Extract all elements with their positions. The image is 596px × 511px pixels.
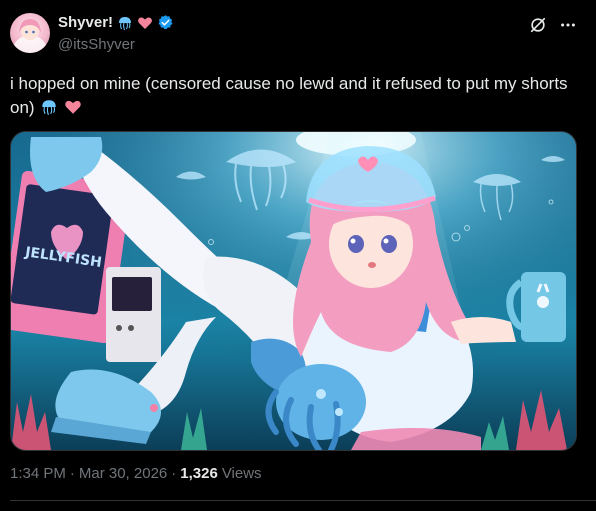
- author-display-name[interactable]: Shyver!: [58, 14, 113, 31]
- heart-icon: [138, 17, 152, 29]
- jellyfish-icon: [42, 100, 57, 116]
- tweet-time[interactable]: 1:34 PM: [10, 465, 66, 482]
- more-icon: [561, 23, 575, 27]
- jellyfish-icon: [119, 16, 132, 30]
- avatar[interactable]: [10, 13, 50, 53]
- views-label: Views: [221, 465, 262, 482]
- views-count: 1,326: [180, 465, 218, 482]
- author-handle[interactable]: @itsShyver: [58, 36, 135, 53]
- tweet-date[interactable]: Mar 30, 2026: [79, 465, 167, 482]
- tweet-body: i hopped on mine (censored cause no lewd…: [10, 74, 568, 117]
- tweet-meta: 1:34 PM · Mar 30, 2026 · 1,326 Views: [10, 465, 262, 482]
- meta-separator: ·: [69, 465, 75, 482]
- heart-icon: [65, 100, 81, 114]
- grok-button[interactable]: [528, 15, 548, 35]
- grok-icon: [530, 17, 546, 33]
- avatar-art: [12, 19, 48, 53]
- more-options-button[interactable]: [558, 15, 578, 35]
- author-name-row: Shyver!: [58, 14, 174, 31]
- anime-jellyfish-girl-image: JELLYFISH: [11, 132, 576, 450]
- tweet-media-image[interactable]: JELLYFISH: [10, 131, 577, 451]
- meta-separator: ·: [171, 465, 177, 482]
- divider: [10, 500, 596, 501]
- verified-badge-icon[interactable]: [157, 14, 174, 31]
- tweet-text: i hopped on mine (censored cause no lewd…: [10, 72, 570, 120]
